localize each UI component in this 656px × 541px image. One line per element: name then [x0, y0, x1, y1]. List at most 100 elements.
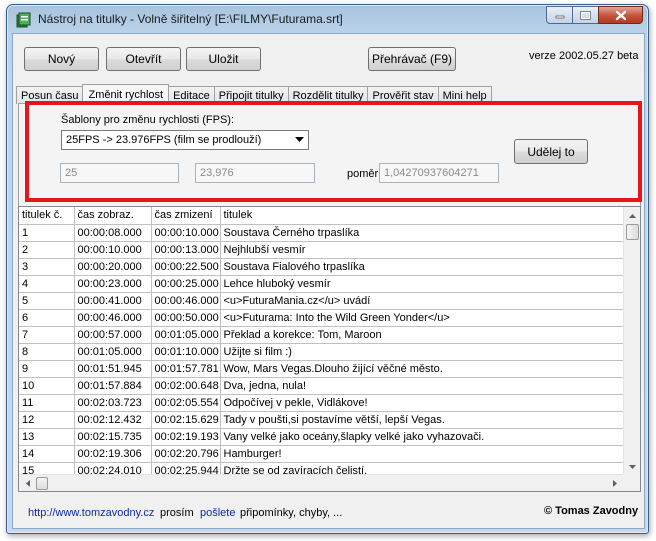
cell-subtitle: Soustava Fialového trpaslíka	[220, 258, 627, 276]
apply-button[interactable]: Udělej to	[514, 139, 588, 164]
tab-proverit-stav[interactable]: Prověřit stav	[367, 86, 439, 104]
scroll-down-icon[interactable]	[624, 458, 640, 475]
tab-mini-help[interactable]: Mini help	[437, 86, 492, 104]
ratio-field[interactable]: 1,04270937604271	[379, 163, 499, 183]
open-button[interactable]: Otevřít	[106, 47, 181, 71]
cell-hide-time: 00:01:05.000	[151, 326, 221, 344]
tab-strip: Posun času Změnit rychlost Editace Připo…	[16, 84, 492, 105]
cell-show-time: 00:00:20.000	[74, 258, 152, 276]
cell-hide-time: 00:01:57.781	[151, 360, 221, 378]
table-row[interactable]: 11 00:02:03.723 00:02:05.554 Odpočívej v pe…	[19, 394, 627, 412]
tab-editace[interactable]: Editace	[168, 86, 215, 104]
tab-rozdelit-titulky[interactable]: Rozdělit titulky	[287, 86, 369, 104]
cell-show-time: 00:02:03.723	[74, 394, 152, 412]
cell-number: 7	[19, 326, 75, 344]
table-row[interactable]: 14 00:02:19.306 00:02:20.796 Hamburger!	[19, 445, 627, 463]
subtitle-table[interactable]: titulek č. čas zobraz. čas zmizení titul…	[18, 206, 641, 492]
status-bar: http://www.tomzavodny.cz prosím pošlete …	[16, 501, 642, 525]
cell-number: 3	[19, 258, 75, 276]
scroll-corner	[623, 474, 640, 491]
maximize-button[interactable]	[572, 6, 599, 24]
table-row[interactable]: 6 00:00:46.000 00:00:50.000 <u>Futurama: In…	[19, 309, 627, 327]
cell-subtitle: Překlad a korekce: Tom, Maroon	[220, 326, 627, 344]
chevron-down-icon[interactable]	[291, 132, 307, 148]
fps-from-field[interactable]: 25	[60, 163, 179, 183]
cell-show-time: 00:02:12.432	[74, 411, 152, 429]
table-row[interactable]: 5 00:00:41.000 00:00:46.000 <u>FuturaMania.…	[19, 292, 627, 310]
cell-subtitle: Wow, Mars Vegas.Dlouho žijící věčné měst…	[220, 360, 627, 378]
cell-number: 6	[19, 309, 75, 327]
cell-subtitle: Nejhlubší vesmír	[220, 241, 627, 259]
fps-template-value: 25FPS -> 23.976FPS (film se prodlouží)	[66, 134, 262, 146]
tab-zmenit-rychlost[interactable]: Změnit rychlost	[82, 84, 170, 105]
column-header-subtitle[interactable]: titulek	[220, 207, 627, 225]
table-row[interactable]: 3 00:00:20.000 00:00:22.500 Soustava Fialov…	[19, 258, 627, 276]
table-row[interactable]: 13 00:02:15.735 00:02:19.193 Vany velké jak…	[19, 428, 627, 446]
send-feedback-link[interactable]: pošlete	[200, 507, 235, 519]
table-row[interactable]: 7 00:00:57.000 00:01:05.000 Překlad a korek…	[19, 326, 627, 344]
new-button[interactable]: Nový	[24, 47, 99, 71]
table-row[interactable]: 8 00:01:05.000 00:01:10.000 Užijte si film …	[19, 343, 627, 361]
cell-subtitle: Soustava Černého trpaslíka	[220, 224, 627, 242]
cell-show-time: 00:00:10.000	[74, 241, 152, 259]
scroll-left-icon[interactable]	[19, 475, 36, 491]
cell-hide-time: 00:00:25.000	[151, 275, 221, 293]
minimize-button[interactable]	[546, 6, 573, 24]
cell-hide-time: 00:02:19.193	[151, 428, 221, 446]
cell-show-time: 00:00:41.000	[74, 292, 152, 310]
cell-show-time: 00:01:51.945	[74, 360, 152, 378]
cell-hide-time: 00:00:10.000	[151, 224, 221, 242]
fps-template-select[interactable]: 25FPS -> 23.976FPS (film se prodlouží)	[61, 130, 309, 150]
cell-subtitle: Vany velké jako oceány,šlapky velké jako…	[220, 428, 627, 446]
cell-show-time: 00:00:46.000	[74, 309, 152, 327]
scroll-right-icon[interactable]	[606, 475, 623, 491]
vertical-scrollbar[interactable]	[623, 207, 640, 475]
status-text-please: prosím	[160, 507, 194, 519]
column-header-hide-time[interactable]: čas zmizení	[151, 207, 221, 225]
cell-show-time: 00:01:05.000	[74, 343, 152, 361]
fps-to-field[interactable]: 23,976	[195, 163, 315, 183]
table-row[interactable]: 4 00:00:23.000 00:00:25.000 Lehce hluboký v…	[19, 275, 627, 293]
title-bar[interactable]: Nástroj na titulky - Volně šiřitelný [E:…	[7, 5, 648, 33]
cell-number: 4	[19, 275, 75, 293]
caption-buttons	[546, 6, 643, 24]
cell-number: 12	[19, 411, 75, 429]
tab-pripojit-titulky[interactable]: Připojit titulky	[213, 86, 289, 104]
cell-number: 14	[19, 445, 75, 463]
table-row[interactable]: 9 00:01:51.945 00:01:57.781 Wow, Mars Vegas…	[19, 360, 627, 378]
cell-show-time: 00:01:57.884	[74, 377, 152, 395]
save-button[interactable]: Uložit	[186, 47, 261, 71]
version-label: verze 2002.05.27 beta	[529, 50, 639, 62]
table-row[interactable]: 10 00:01:57.884 00:02:00.648 Dva, jedna, nu…	[19, 377, 627, 395]
cell-number: 2	[19, 241, 75, 259]
vertical-scroll-thumb[interactable]	[626, 224, 639, 240]
cell-hide-time: 00:00:50.000	[151, 309, 221, 327]
cell-subtitle: Užijte si film :)	[220, 343, 627, 361]
cell-number: 9	[19, 360, 75, 378]
horizontal-scrollbar[interactable]	[19, 474, 623, 491]
player-button[interactable]: Přehrávač (F9)	[368, 47, 456, 71]
cell-hide-time: 00:02:20.796	[151, 445, 221, 463]
cell-subtitle: Tady v poušti,si postavíme větší, lepší …	[220, 411, 627, 429]
cell-hide-time: 00:01:10.000	[151, 343, 221, 361]
column-header-number[interactable]: titulek č.	[19, 207, 75, 225]
website-link[interactable]: http://www.tomzavodny.cz	[28, 507, 154, 519]
cell-subtitle: Hamburger!	[220, 445, 627, 463]
close-button[interactable]	[598, 6, 643, 24]
table-row[interactable]: 12 00:02:12.432 00:02:15.629 Tady v poušti,…	[19, 411, 627, 429]
tab-posun-casu[interactable]: Posun času	[16, 86, 84, 104]
table-header: titulek č. čas zobraz. čas zmizení titul…	[19, 207, 627, 225]
horizontal-scroll-thumb[interactable]	[36, 477, 48, 490]
ratio-label: poměr	[347, 168, 379, 180]
minimize-icon	[555, 15, 564, 19]
cell-hide-time: 00:02:05.554	[151, 394, 221, 412]
status-text-feedback: připomínky, chyby, ...	[240, 507, 343, 519]
cell-number: 10	[19, 377, 75, 395]
table-row[interactable]: 1 00:00:08.000 00:00:10.000 Soustava Černéh…	[19, 224, 627, 242]
table-row[interactable]: 2 00:00:10.000 00:00:13.000 Nejhlubší vesmí…	[19, 241, 627, 259]
column-header-show-time[interactable]: čas zobraz.	[74, 207, 152, 225]
cell-number: 8	[19, 343, 75, 361]
cell-number: 13	[19, 428, 75, 446]
scroll-up-icon[interactable]	[624, 207, 640, 224]
cell-number: 11	[19, 394, 75, 412]
